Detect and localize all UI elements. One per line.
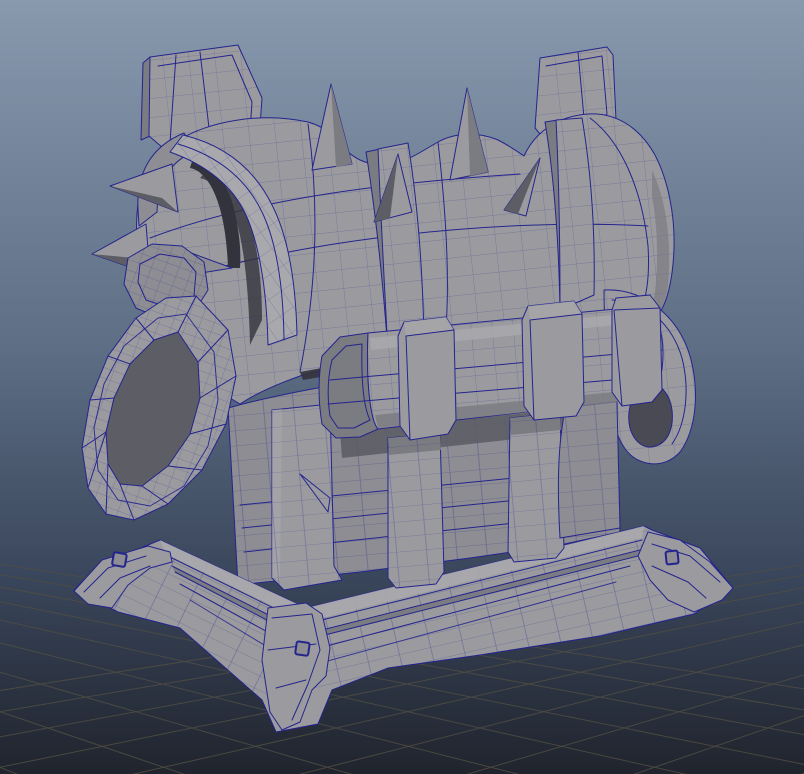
front-slat-mid[interactable]: [387, 432, 445, 589]
strap-collar-left: [397, 316, 457, 441]
metal-buckle: [294, 640, 311, 657]
metal-buckle: [664, 549, 680, 566]
front-slat-right[interactable]: [507, 412, 565, 563]
3d-viewport[interactable]: [0, 0, 804, 774]
strap-collar-mid: [521, 300, 585, 421]
metal-buckle: [111, 551, 128, 568]
strap-collar-right: [611, 294, 663, 407]
